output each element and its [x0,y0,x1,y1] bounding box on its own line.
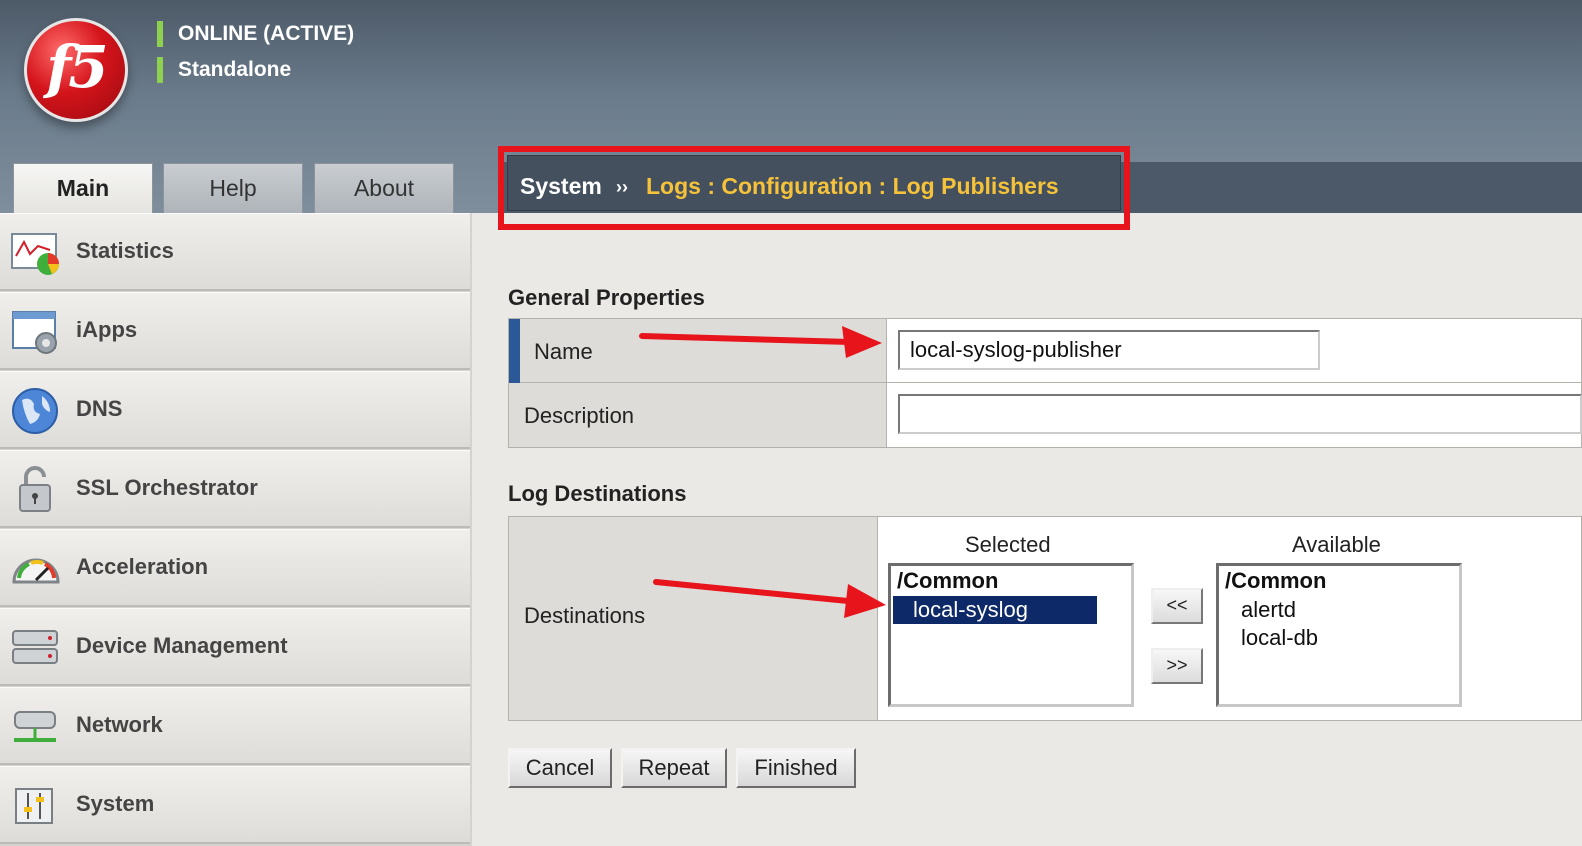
available-heading: Available [1292,532,1381,557]
list-option-local-syslog[interactable]: local-syslog [893,596,1097,624]
repeat-button[interactable]: Repeat [621,748,727,788]
breadcrumb-separator: ›› [616,177,628,197]
breadcrumb-path: Logs : Configuration : Log Publishers [646,173,1059,199]
list-option-local-db[interactable]: local-db [1221,624,1425,652]
sidebar: Statistics iApps DNS SSL Orchestrator Ac… [0,213,472,846]
network-icon [14,711,56,742]
required-indicator [509,319,520,383]
sidebar-item-acceleration[interactable]: Acceleration [0,529,470,607]
move-to-selected-button[interactable]: << [1151,588,1203,624]
sidebar-item-ssl-orchestrator[interactable]: SSL Orchestrator [0,450,470,528]
available-destinations-list[interactable]: /Common alertd local-db [1216,563,1462,707]
sidebar-item-system[interactable]: System [0,766,470,844]
f5-logo: f5 [24,18,128,122]
selected-heading: Selected [965,532,1051,557]
cancel-button[interactable]: Cancel [508,748,612,788]
sidebar-item-device-management[interactable]: Device Management [0,608,470,686]
description-label: Description [524,403,635,428]
log-destinations-title: Log Destinations [508,481,687,506]
description-input[interactable] [898,394,1582,434]
sidebar-item-label: Statistics [76,238,174,263]
globe-icon [12,388,58,434]
status-primary: ONLINE (ACTIVE) [178,22,355,45]
sidebar-item-label: Device Management [76,633,288,658]
sidebar-item-label: Network [76,712,163,737]
gauge-icon [12,558,60,584]
finished-button[interactable]: Finished [736,748,856,788]
status-secondary: Standalone [178,58,292,81]
sidebar-item-network[interactable]: Network [0,687,470,765]
name-label: Name [534,339,593,364]
selected-destinations-list[interactable]: /Common local-syslog [888,563,1134,707]
statistics-icon [11,233,59,275]
annotation-arrow-icon [639,326,882,358]
list-group-header: /Common [897,568,999,593]
row-divider [887,382,1582,383]
sidebar-item-label: iApps [76,317,138,342]
sidebar-item-label: System [76,791,155,816]
description-row-label-cell: Description [509,383,887,447]
status-indicator-icon [157,21,163,47]
tab-main[interactable]: Main [13,163,153,215]
sidebar-item-label: SSL Orchestrator [76,475,258,500]
name-input[interactable] [898,330,1320,370]
lock-icon [19,466,51,512]
sidebar-item-statistics[interactable]: Statistics [0,213,470,291]
server-icon [12,630,58,664]
sidebar-item-dns[interactable]: DNS [0,371,470,449]
tab-help[interactable]: Help [163,163,303,213]
sidebar-item-label: DNS [76,396,123,421]
general-properties-title: General Properties [508,285,705,310]
move-to-available-button[interactable]: >> [1151,648,1203,684]
system-icon [15,788,53,824]
list-option-alertd[interactable]: alertd [1221,596,1425,624]
sidebar-item-iapps[interactable]: iApps [0,292,470,370]
iapps-icon [12,311,57,354]
breadcrumb-root[interactable]: System [520,173,602,200]
logo-text: f5 [46,33,108,101]
destinations-label: Destinations [524,603,646,628]
list-group-header: /Common [1225,568,1327,593]
status-indicator-icon [157,57,163,83]
annotation-arrow-icon [653,579,886,618]
sidebar-item-label: Acceleration [76,554,209,579]
tab-about[interactable]: About [314,163,454,213]
